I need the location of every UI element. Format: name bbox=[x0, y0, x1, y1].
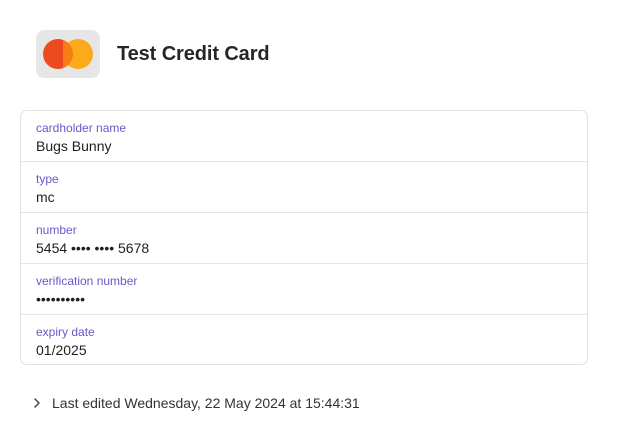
field-label: number bbox=[36, 223, 77, 237]
item-header: Test Credit Card bbox=[36, 30, 270, 78]
field-label: expiry date bbox=[36, 325, 95, 339]
field-value[interactable]: Bugs Bunny bbox=[36, 137, 572, 156]
field-value[interactable]: •••••••••• bbox=[36, 290, 572, 309]
field-label: cardholder name bbox=[36, 121, 127, 135]
field-label: verification number bbox=[36, 274, 138, 288]
mastercard-icon bbox=[36, 30, 100, 78]
field-type[interactable]: type mc bbox=[21, 162, 587, 213]
field-label: type bbox=[36, 172, 59, 186]
last-edited-toggle[interactable]: Last edited Wednesday, 22 May 2024 at 15… bbox=[32, 395, 360, 411]
last-edited-text: Last edited Wednesday, 22 May 2024 at 15… bbox=[52, 395, 360, 411]
field-number[interactable]: number 5454 •••• •••• 5678 bbox=[21, 213, 587, 264]
chevron-right-icon bbox=[34, 398, 40, 408]
field-expiry-date[interactable]: expiry date 01/2025 bbox=[21, 315, 587, 364]
details-card: cardholder name Bugs Bunny type mc numbe… bbox=[20, 110, 588, 365]
item-title: Test Credit Card bbox=[117, 42, 270, 65]
field-value[interactable]: 01/2025 bbox=[36, 341, 572, 360]
field-value[interactable]: mc bbox=[36, 188, 572, 207]
field-verification-number[interactable]: verification number •••••••••• bbox=[21, 264, 587, 315]
field-value[interactable]: 5454 •••• •••• 5678 bbox=[36, 239, 572, 258]
field-cardholder-name[interactable]: cardholder name Bugs Bunny bbox=[21, 111, 587, 162]
